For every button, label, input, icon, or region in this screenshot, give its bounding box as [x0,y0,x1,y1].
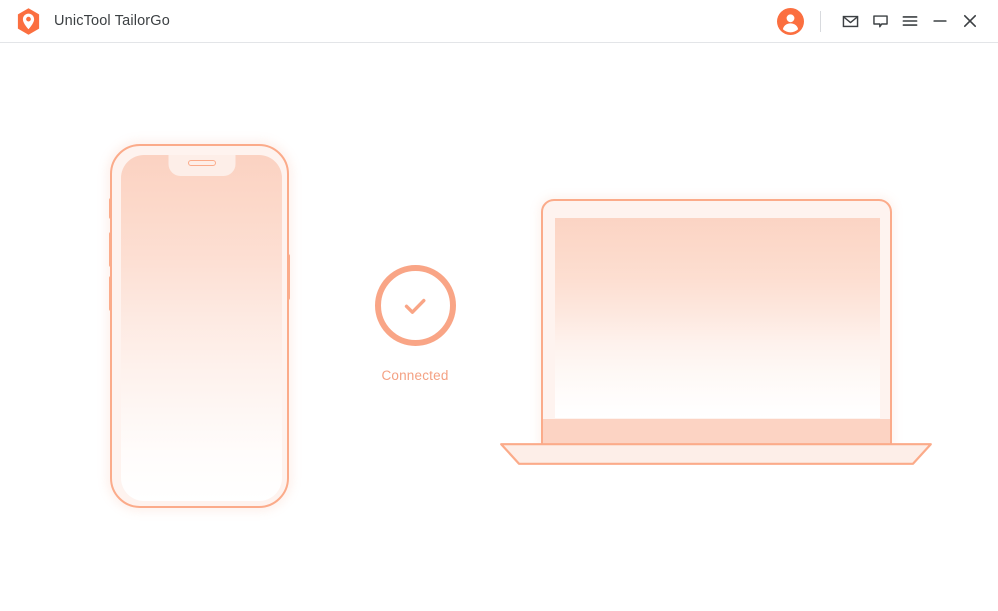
laptop-lid-chin [543,419,890,444]
user-account-icon[interactable] [777,7,804,35]
titlebar-divider [820,10,821,32]
title-bar: UnicTool TailorGo [0,0,998,43]
brand-area: UnicTool TailorGo [0,7,170,36]
location-pin-hexagon-logo-icon [14,7,43,36]
check-circle-icon [374,265,456,346]
phone-notch-icon [168,155,235,176]
titlebar-actions [777,7,998,35]
app-title: UnicTool TailorGo [54,13,170,29]
menu-icon[interactable] [895,7,925,35]
phone-volume-down-button [109,276,113,311]
feedback-icon[interactable] [865,7,895,35]
phone-silent-switch [109,198,113,219]
smartphone-illustration-icon [109,144,290,508]
minimize-button[interactable] [925,7,955,35]
phone-earpiece-speaker-icon [187,160,216,166]
phone-power-button [286,254,290,300]
status-badge: Connected [381,368,449,383]
close-button[interactable] [955,7,985,35]
mail-icon[interactable] [835,7,865,35]
connection-status: Connected [355,265,475,383]
phone-volume-up-button [109,232,113,267]
laptop-screen [555,218,880,418]
laptop-illustration-icon [500,199,932,502]
laptop-base [500,443,932,465]
laptop-lid [541,199,892,446]
phone-screen [121,155,282,501]
main-content: Connected [0,43,998,611]
phone-body [109,144,290,508]
